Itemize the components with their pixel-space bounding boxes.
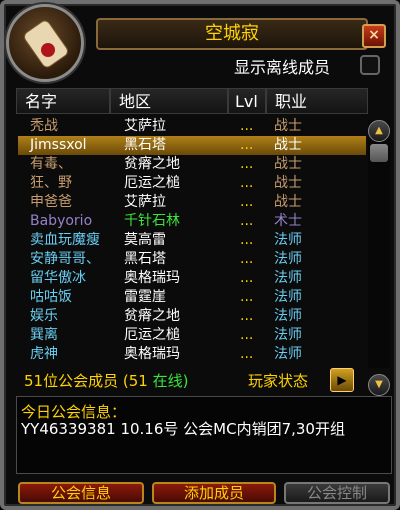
member-class: 术士 — [274, 213, 302, 229]
player-status-label: 玩家状态 — [248, 372, 309, 390]
member-level: ... — [240, 232, 254, 248]
member-zone: 贫瘠之地 — [124, 156, 180, 172]
member-list: 秃战 艾萨拉... 战士 Jimssxol 黑石塔... 战士 有毒、 贫瘠之地... 战士 狂、… — [18, 117, 366, 362]
column-headers: 名字 地区 Lvl 职业 — [16, 88, 368, 114]
member-class: 法师 — [274, 232, 302, 248]
member-level: ... — [240, 156, 254, 172]
member-name: 巽离 — [30, 327, 58, 343]
member-row[interactable]: 安静哥哥、 黑石塔... 法师 — [18, 250, 366, 269]
member-class: 法师 — [274, 308, 302, 324]
member-class: 法师 — [274, 270, 302, 286]
member-row[interactable]: Jimssxol 黑石塔... 战士 — [18, 136, 366, 155]
member-zone: 奥格瑞玛 — [124, 270, 180, 286]
guild-motd: 今日公会信息： YY46339381 10.16号 公会MC内销团7,30开组 — [16, 396, 392, 474]
member-name: 安静哥哥、 — [30, 251, 100, 267]
wax-seal-icon — [41, 43, 55, 57]
show-offline-checkbox[interactable] — [360, 55, 380, 75]
member-class: 战士 — [274, 137, 302, 153]
member-name: Babyorio — [30, 213, 93, 229]
member-class: 战士 — [274, 194, 302, 210]
member-name: 卖血玩魔瘦 — [30, 232, 100, 248]
column-header-class[interactable]: 职业 — [266, 88, 368, 114]
member-class: 法师 — [274, 289, 302, 305]
member-zone: 莫高雷 — [124, 232, 166, 248]
member-class: 战士 — [274, 175, 302, 191]
member-list-scrollbar[interactable]: ▲ — [368, 120, 390, 368]
member-zone: 黑石塔 — [124, 137, 166, 153]
add-member-button[interactable]: 添加成员 — [152, 482, 276, 504]
show-offline-label: 显示离线成员 — [234, 58, 331, 77]
member-level: ... — [240, 251, 254, 267]
member-name: 咕咕饭 — [30, 289, 72, 305]
member-row[interactable]: 娱乐 贫瘠之地... 法师 — [18, 307, 366, 326]
member-class: 法师 — [274, 346, 302, 362]
member-level: ... — [240, 213, 254, 229]
member-level: ... — [240, 308, 254, 324]
column-header-name[interactable]: 名字 — [16, 88, 110, 114]
member-row[interactable]: 申爸爸 艾萨拉... 战士 — [18, 193, 366, 212]
member-zone: 贫瘠之地 — [124, 308, 180, 324]
member-name: 狂、野 — [30, 175, 72, 191]
member-row[interactable]: 卖血玩魔瘦 莫高雷... 法师 — [18, 231, 366, 250]
member-row[interactable]: 狂、野 厄运之槌... 战士 — [18, 174, 366, 193]
member-name: 秃战 — [30, 118, 58, 134]
member-class: 法师 — [274, 251, 302, 267]
member-row[interactable]: 巽离 厄运之槌... 法师 — [18, 326, 366, 345]
member-name: Jimssxol — [30, 137, 87, 153]
member-name: 留华傲冰 — [30, 270, 86, 286]
column-header-zone[interactable]: 地区 — [110, 88, 228, 114]
column-header-level[interactable]: Lvl — [228, 88, 266, 114]
member-name: 娱乐 — [30, 308, 58, 324]
member-level: ... — [240, 327, 254, 343]
member-row[interactable]: 有毒、 贫瘠之地... 战士 — [18, 155, 366, 174]
member-zone: 雷霆崖 — [124, 289, 166, 305]
member-row[interactable]: 秃战 艾萨拉... 战士 — [18, 117, 366, 136]
member-zone: 厄运之槌 — [124, 175, 180, 191]
member-level: ... — [240, 175, 254, 191]
member-zone: 黑石塔 — [124, 251, 166, 267]
guild-control-button[interactable]: 公会控制 — [284, 482, 390, 504]
member-zone: 千针石林 — [124, 213, 180, 229]
member-row[interactable]: 咕咕饭 雷霆崖... 法师 — [18, 288, 366, 307]
window-title: 空城寂 — [96, 18, 368, 50]
member-class: 战士 — [274, 118, 302, 134]
member-count: 51位公会成员 (51 在线) — [24, 370, 188, 391]
member-zone: 艾萨拉 — [124, 118, 166, 134]
guild-window: 空城寂 × 显示离线成员 名字 地区 Lvl 职业 秃战 艾萨拉... 战士 Jims… — [0, 0, 400, 510]
member-zone: 奥格瑞玛 — [124, 346, 180, 362]
member-level: ... — [240, 289, 254, 305]
member-name: 虎神 — [30, 346, 58, 362]
member-level: ... — [240, 346, 254, 362]
member-row[interactable]: 虎神 奥格瑞玛... 法师 — [18, 345, 366, 364]
member-level: ... — [240, 137, 254, 153]
player-status-toggle-button[interactable]: ▶ — [330, 368, 354, 392]
motd-text: YY46339381 10.16号 公会MC内销团7,30开组 — [21, 420, 345, 438]
scroll-down-icon[interactable]: ▼ — [368, 374, 390, 396]
online-count-text: 在线) — [152, 372, 189, 390]
member-level: ... — [240, 270, 254, 286]
scrollbar-thumb[interactable] — [370, 144, 388, 162]
member-class: 法师 — [274, 327, 302, 343]
guild-info-button[interactable]: 公会信息 — [18, 482, 144, 504]
member-zone: 厄运之槌 — [124, 327, 180, 343]
member-row[interactable]: 留华傲冰 奥格瑞玛... 法师 — [18, 269, 366, 288]
guild-emblem-icon — [6, 4, 84, 82]
member-name: 申爸爸 — [30, 194, 72, 210]
member-name: 有毒、 — [30, 156, 72, 172]
member-level: ... — [240, 194, 254, 210]
member-level: ... — [240, 118, 254, 134]
scroll-up-icon[interactable]: ▲ — [368, 120, 390, 142]
member-class: 战士 — [274, 156, 302, 172]
member-row[interactable]: Babyorio 千针石林... 术士 — [18, 212, 366, 231]
close-button[interactable]: × — [362, 24, 386, 48]
member-zone: 艾萨拉 — [124, 194, 166, 210]
member-count-text: 51位公会成员 (51 — [24, 372, 153, 390]
